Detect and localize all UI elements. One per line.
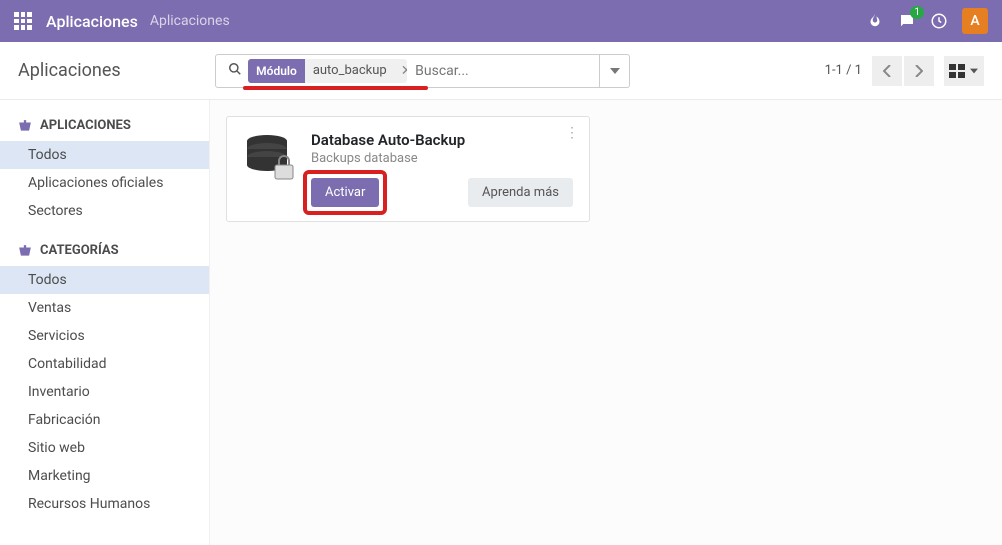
pager-text: 1-1 / 1 xyxy=(825,63,862,78)
sidebar-heading-categories: CATEGORÍAS xyxy=(0,239,209,266)
sidebar-heading-apps: APLICACIONES xyxy=(0,114,209,141)
facet-label: Módulo xyxy=(248,59,305,83)
sidebar-item-inventario[interactable]: Inventario xyxy=(0,378,209,406)
sidebar-item-rrhh[interactable]: Recursos Humanos xyxy=(0,490,209,518)
learn-more-button[interactable]: Aprenda más xyxy=(468,178,573,207)
module-card: Database Auto-Backup Backups database Ac… xyxy=(226,116,590,222)
sidebar-item-todos[interactable]: Todos xyxy=(0,141,209,169)
database-icon xyxy=(243,131,297,185)
sidebar-item-marketing[interactable]: Marketing xyxy=(0,462,209,490)
card-subtitle: Backups database xyxy=(311,151,573,166)
facet-remove-icon[interactable]: ✕ xyxy=(395,63,407,79)
view-switch-button[interactable] xyxy=(944,56,984,86)
page-title: Aplicaciones xyxy=(18,60,121,81)
pager-prev-button[interactable] xyxy=(872,56,902,86)
chat-icon[interactable]: 1 xyxy=(898,12,916,30)
sidebar-item-servicios[interactable]: Servicios xyxy=(0,322,209,350)
annotation-underline xyxy=(243,86,428,90)
sidebar-item-ventas[interactable]: Ventas xyxy=(0,294,209,322)
flame-icon[interactable] xyxy=(866,12,884,30)
search-icon xyxy=(228,61,242,80)
sidebar-item-contabilidad[interactable]: Contabilidad xyxy=(0,350,209,378)
app-name[interactable]: Aplicaciones xyxy=(46,12,138,31)
sidebar-item-oficiales[interactable]: Aplicaciones oficiales xyxy=(0,169,209,197)
sidebar-item-sitioweb[interactable]: Sitio web xyxy=(0,434,209,462)
sidebar: APLICACIONES Todos Aplicaciones oficiale… xyxy=(0,100,210,545)
pager-next-button[interactable] xyxy=(904,56,934,86)
card-title: Database Auto-Backup xyxy=(311,131,573,149)
clock-icon[interactable] xyxy=(930,12,948,30)
avatar[interactable]: A xyxy=(962,8,988,34)
sidebar-item-sectores[interactable]: Sectores xyxy=(0,197,209,225)
card-menu-icon[interactable]: ⋮ xyxy=(565,125,579,141)
sidebar-item-fabricacion[interactable]: Fabricación xyxy=(0,406,209,434)
search-box[interactable]: Módulo auto_backup ✕ xyxy=(215,54,600,88)
sidebar-item-cat-todos[interactable]: Todos xyxy=(0,266,209,294)
search-dropdown-button[interactable] xyxy=(600,54,630,88)
activate-button[interactable]: Activar xyxy=(311,178,379,207)
facet-value: auto_backup xyxy=(305,63,395,78)
search-input[interactable] xyxy=(415,63,593,79)
chat-badge: 1 xyxy=(910,6,924,19)
apps-menu-icon[interactable] xyxy=(14,12,32,30)
search-facet: Módulo auto_backup ✕ xyxy=(248,59,407,83)
breadcrumb[interactable]: Aplicaciones xyxy=(150,13,230,29)
